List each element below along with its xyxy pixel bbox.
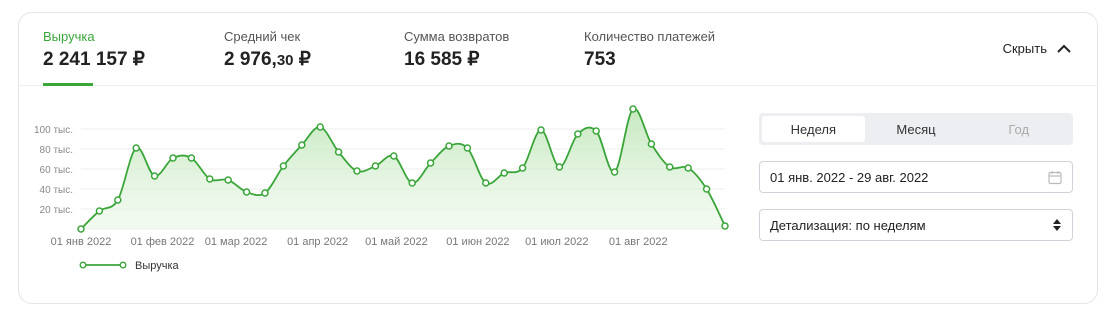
data-point bbox=[261, 189, 269, 197]
x-tick-label: 01 авг 2022 bbox=[609, 236, 668, 248]
data-point bbox=[242, 188, 251, 196]
metric-value: 2 976,30 ₽ bbox=[224, 49, 311, 70]
legend-label: Выручка bbox=[135, 260, 180, 272]
metric-value: 753 bbox=[584, 49, 616, 70]
data-point bbox=[187, 154, 196, 162]
data-point bbox=[702, 185, 711, 193]
data-point bbox=[684, 164, 692, 172]
detail-select[interactable]: Детализация: по неделям bbox=[759, 209, 1073, 241]
tab-month[interactable]: Месяц bbox=[865, 116, 968, 142]
select-arrows-icon bbox=[1053, 219, 1061, 231]
data-point bbox=[610, 168, 619, 176]
chevron-up-icon bbox=[1057, 44, 1071, 53]
x-tick-label: 01 мар 2022 bbox=[205, 236, 268, 248]
y-tick-label: 60 тыс. bbox=[40, 165, 73, 176]
tab-year[interactable]: Год bbox=[967, 116, 1070, 142]
chart-svg: 20 тыс. 40 тыс. 60 тыс. 80 тыс. 100 тыс. 01 я… bbox=[34, 105, 729, 272]
metric-average-check[interactable]: Средний чек 2 976,30 ₽ bbox=[224, 29, 311, 72]
revenue-card: Выручка 2 241 157 ₽ Средний чек 2 976,30… bbox=[18, 12, 1098, 304]
x-tick-label: 01 май 2022 bbox=[365, 236, 428, 248]
data-point bbox=[518, 164, 527, 172]
chart-controls: Неделя Месяц Год 01 янв. 2022 - 29 авг. … bbox=[759, 113, 1073, 241]
data-point bbox=[77, 225, 85, 233]
metric-label: Средний чек bbox=[224, 29, 301, 44]
data-point bbox=[574, 130, 582, 138]
data-point bbox=[592, 127, 600, 135]
detail-select-value: Детализация: по неделям bbox=[770, 217, 926, 233]
data-point bbox=[334, 148, 343, 156]
metric-label: Сумма возвратов bbox=[404, 29, 510, 44]
date-range-value: 01 янв. 2022 - 29 авг. 2022 bbox=[770, 169, 929, 185]
data-point bbox=[500, 169, 508, 177]
x-tick-label: 01 фев 2022 bbox=[131, 236, 195, 248]
data-point bbox=[555, 163, 564, 171]
x-tick-label: 01 апр 2022 bbox=[287, 236, 348, 248]
y-tick-label: 80 тыс. bbox=[40, 145, 73, 156]
revenue-chart: 20 тыс. 40 тыс. 60 тыс. 80 тыс. 100 тыс. 01 я… bbox=[19, 85, 739, 303]
data-point bbox=[114, 196, 122, 204]
metric-refunds[interactable]: Сумма возвратов 16 585 ₽ bbox=[404, 29, 509, 71]
legend-marker bbox=[79, 261, 87, 269]
x-tick-label: 01 июн 2022 bbox=[446, 236, 509, 248]
data-point bbox=[463, 144, 472, 152]
data-point bbox=[206, 175, 214, 183]
data-point bbox=[666, 163, 674, 171]
data-point bbox=[647, 140, 656, 148]
metric-label: Выручка bbox=[43, 29, 95, 44]
metrics-bar: Выручка 2 241 157 ₽ Средний чек 2 976,30… bbox=[19, 13, 1097, 86]
data-point bbox=[298, 141, 306, 149]
tab-week[interactable]: Неделя bbox=[762, 116, 865, 142]
metric-value: 16 585 ₽ bbox=[404, 49, 480, 70]
data-point bbox=[629, 105, 637, 113]
metric-value: 2 241 157 ₽ bbox=[43, 49, 145, 70]
data-point bbox=[537, 126, 545, 134]
y-tick-label: 20 тыс. bbox=[40, 205, 73, 216]
date-range-input[interactable]: 01 янв. 2022 - 29 авг. 2022 bbox=[759, 161, 1073, 193]
legend-marker bbox=[119, 261, 127, 269]
metric-payments-count[interactable]: Количество платежей 753 bbox=[584, 29, 715, 71]
data-point bbox=[150, 172, 159, 180]
data-point bbox=[169, 154, 177, 162]
data-point bbox=[371, 162, 380, 170]
hide-label: Скрыть bbox=[1002, 41, 1047, 56]
data-point bbox=[132, 144, 140, 152]
metric-revenue[interactable]: Выручка 2 241 157 ₽ bbox=[43, 29, 145, 71]
period-selector: Неделя Месяц Год bbox=[759, 113, 1073, 145]
x-tick-label: 01 янв 2022 bbox=[51, 236, 112, 248]
calendar-icon bbox=[1048, 170, 1062, 184]
data-point bbox=[482, 179, 490, 187]
data-point bbox=[721, 222, 729, 230]
x-tick-label: 01 июл 2022 bbox=[525, 236, 588, 248]
data-point bbox=[279, 162, 288, 170]
data-point bbox=[390, 152, 398, 160]
y-tick-label: 40 тыс. bbox=[40, 185, 73, 196]
data-point bbox=[95, 207, 104, 215]
data-point bbox=[316, 123, 324, 131]
data-point bbox=[224, 176, 232, 184]
data-point bbox=[408, 179, 416, 187]
hide-button[interactable]: Скрыть bbox=[1003, 41, 1071, 56]
metric-label: Количество платежей bbox=[584, 29, 716, 44]
data-point bbox=[445, 142, 453, 150]
data-point bbox=[426, 159, 435, 167]
data-point bbox=[353, 167, 361, 175]
y-tick-label: 100 тыс. bbox=[34, 125, 73, 136]
